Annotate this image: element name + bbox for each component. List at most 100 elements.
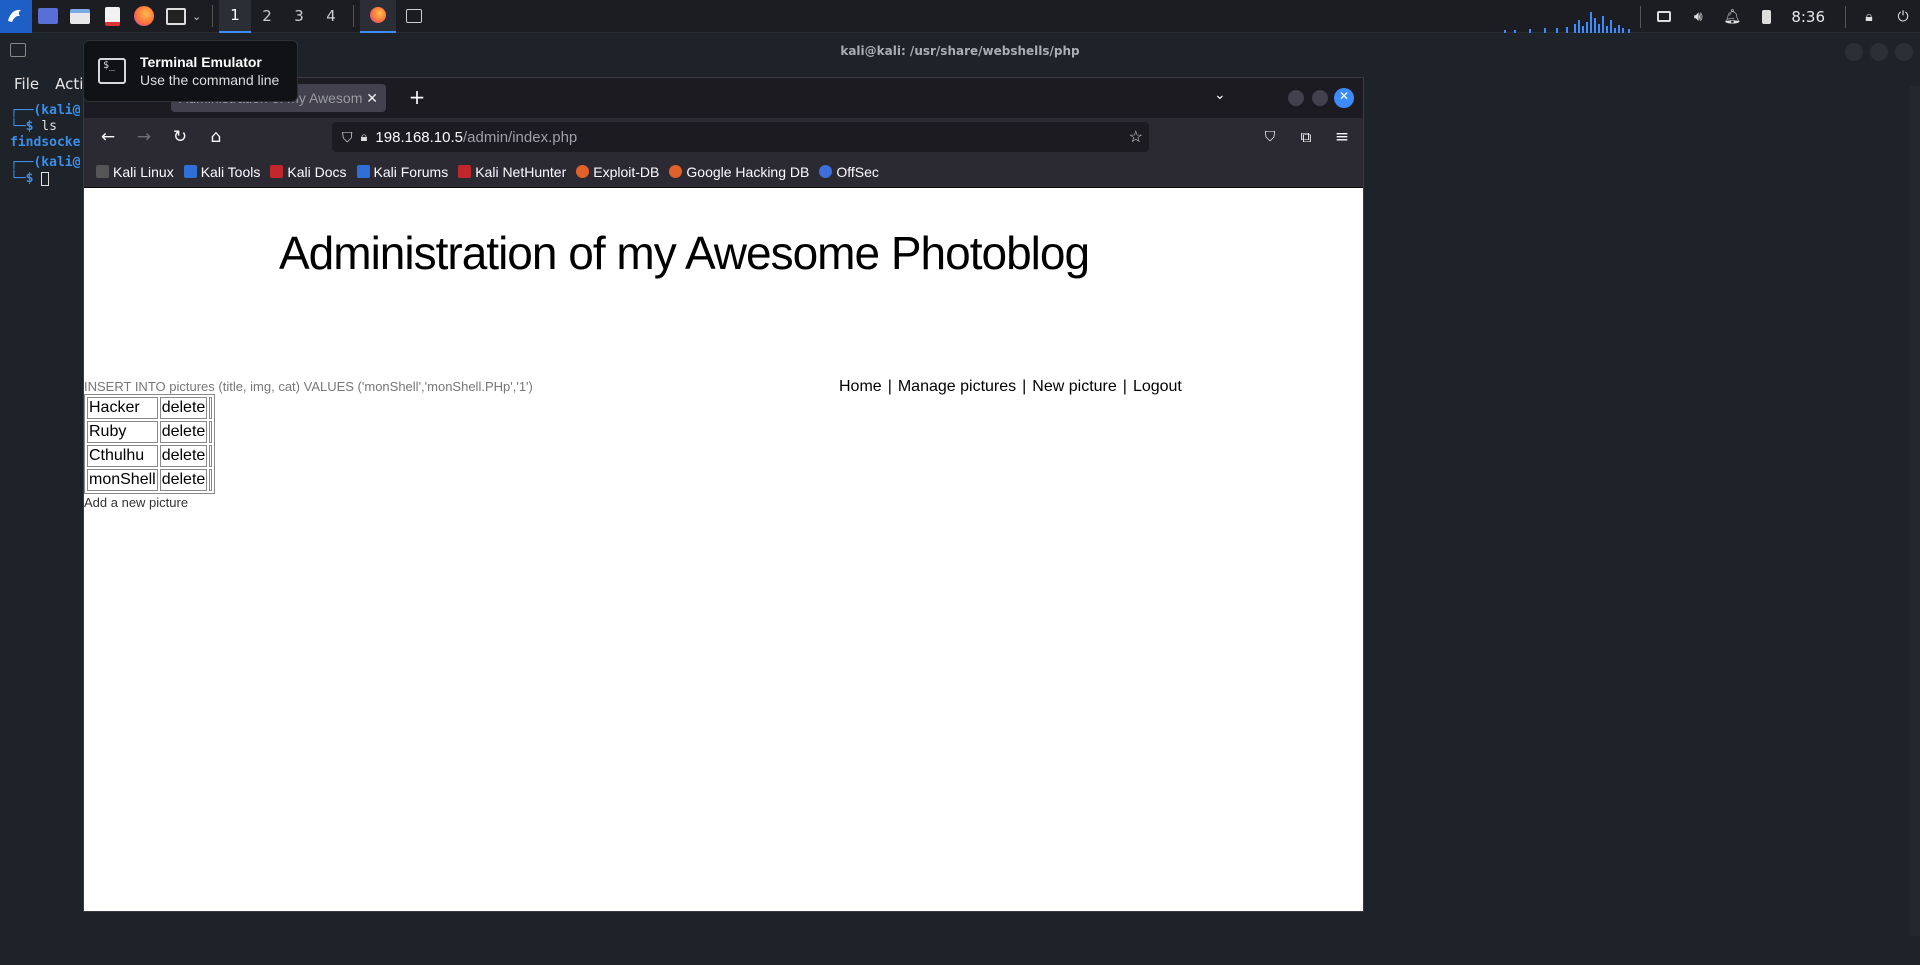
workspace-4[interactable]: 4 bbox=[315, 0, 347, 33]
web-page: Administration of my Awesome Photoblog I… bbox=[84, 188, 1363, 911]
nethunter-icon bbox=[458, 165, 472, 178]
extensions-icon[interactable]: ⧉ bbox=[1292, 123, 1320, 151]
prompt-symbol: └─$ bbox=[10, 119, 34, 134]
dropdown-icon[interactable]: ⌄ bbox=[192, 10, 206, 23]
bookmarks-toolbar: Kali Linux Kali Tools Kali Docs Kali For… bbox=[84, 156, 1363, 188]
nav-manage-pictures[interactable]: Manage pictures bbox=[898, 378, 1016, 396]
output-text: findsocke bbox=[10, 135, 81, 150]
url-host: 198.168.10.5 bbox=[375, 128, 464, 146]
shield-icon[interactable]: ⛉ bbox=[342, 129, 353, 146]
lock-icon[interactable]: 🔒︎ bbox=[361, 129, 368, 145]
power-icon[interactable]: ⏻ bbox=[1886, 0, 1920, 33]
tools-icon bbox=[183, 165, 197, 178]
clock[interactable]: 8:36 bbox=[1783, 8, 1839, 26]
bookmark-google-hacking-db[interactable]: Google Hacking DB bbox=[669, 164, 809, 180]
reload-button[interactable]: ↻ bbox=[166, 123, 194, 151]
table-row: Ruby delete bbox=[87, 421, 213, 443]
empty-cell bbox=[209, 469, 213, 491]
prompt-line: ┌──(kali@ bbox=[10, 155, 81, 170]
text-editor-icon[interactable] bbox=[96, 0, 128, 33]
nav-new-picture[interactable]: New picture bbox=[1032, 378, 1116, 396]
offsec-icon bbox=[819, 165, 833, 178]
prompt-line: ┌──(kali@ bbox=[10, 103, 81, 118]
minimize-button[interactable] bbox=[1288, 90, 1304, 106]
bookmark-kali-docs[interactable]: Kali Docs bbox=[270, 164, 347, 180]
chevron-down-icon[interactable]: ⌄ bbox=[1214, 87, 1226, 103]
delete-link[interactable]: delete bbox=[159, 469, 208, 491]
table-row: Hacker delete bbox=[87, 397, 213, 419]
back-button[interactable]: ← bbox=[94, 123, 122, 151]
terminal-title: kali@kali: /usr/share/webshells/php bbox=[840, 44, 1080, 58]
file-manager-icon[interactable] bbox=[64, 0, 96, 33]
kali-menu-icon[interactable] bbox=[0, 0, 32, 33]
taskbar-terminal[interactable] bbox=[396, 0, 432, 33]
minimize-button[interactable] bbox=[1845, 43, 1863, 61]
delete-link[interactable]: delete bbox=[159, 445, 208, 467]
taskbar-firefox[interactable] bbox=[360, 0, 396, 33]
terminal-icon[interactable] bbox=[160, 0, 192, 33]
delete-link[interactable]: delete bbox=[159, 421, 208, 443]
close-button[interactable] bbox=[1895, 43, 1913, 61]
volume-icon[interactable]: 🔊︎ bbox=[1681, 0, 1715, 33]
new-tab-button[interactable]: + bbox=[404, 85, 430, 109]
menu-icon[interactable]: ≡ bbox=[1328, 123, 1356, 151]
url-path: /admin/index.php bbox=[463, 128, 578, 146]
terminal-scrollbar[interactable] bbox=[1910, 86, 1920, 936]
tooltip: Terminal Emulator Use the command line bbox=[83, 40, 298, 102]
menu-file[interactable]: File bbox=[14, 75, 39, 93]
workspace-1[interactable]: 1 bbox=[219, 0, 251, 33]
bookmark-star-icon[interactable]: ☆ bbox=[1129, 127, 1143, 147]
workspace-3[interactable]: 3 bbox=[283, 0, 315, 33]
bookmark-kali-linux[interactable]: Kali Linux bbox=[96, 164, 174, 180]
ghdb-icon bbox=[669, 165, 683, 178]
picture-title: Ruby bbox=[87, 421, 158, 443]
picture-title: monShell bbox=[87, 469, 158, 491]
command-text: ls bbox=[33, 119, 57, 134]
firefox-window[interactable]: Administration of my Awesome ✕ + ⌄ ✕ ← →… bbox=[83, 77, 1364, 912]
terminal-icon bbox=[10, 43, 26, 57]
bookmark-offsec[interactable]: OffSec bbox=[819, 164, 879, 180]
picture-title: Cthulhu bbox=[87, 445, 158, 467]
pictures-table: Hacker delete Ruby delete Cthulhu delete… bbox=[84, 394, 216, 494]
add-picture-link[interactable]: Add a new picture bbox=[84, 495, 188, 510]
cursor bbox=[41, 171, 50, 186]
bookmark-kali-tools[interactable]: Kali Tools bbox=[183, 164, 260, 180]
desktop-icon[interactable] bbox=[32, 0, 64, 33]
bookmark-exploit-db[interactable]: Exploit-DB bbox=[576, 164, 659, 180]
cpu-graph bbox=[1504, 12, 1631, 33]
pocket-icon[interactable]: ⛉ bbox=[1256, 123, 1284, 151]
system-tray: 🔊︎ 🔔︎ 8:36 🔒︎ ⏻ bbox=[1504, 0, 1920, 33]
empty-cell bbox=[209, 421, 213, 443]
url-bar[interactable]: ⛉ 🔒︎ 198.168.10.5/admin/index.php ☆ bbox=[332, 122, 1149, 152]
separator bbox=[1845, 5, 1846, 28]
separator bbox=[1640, 5, 1642, 28]
tooltip-subtitle: Use the command line bbox=[140, 72, 280, 88]
table-row: monShell delete bbox=[87, 469, 213, 491]
lock-icon[interactable]: 🔒︎ bbox=[1852, 0, 1886, 33]
empty-cell bbox=[209, 397, 213, 419]
workspace-2[interactable]: 2 bbox=[251, 0, 283, 33]
notification-icon[interactable]: 🔔︎ bbox=[1715, 0, 1749, 33]
maximize-button[interactable] bbox=[1312, 90, 1328, 106]
forward-button[interactable]: → bbox=[130, 123, 158, 151]
site-nav: Home | Manage pictures | New picture | Logo… bbox=[839, 378, 1182, 396]
battery-icon[interactable] bbox=[1749, 0, 1783, 33]
navigation-bar: ← → ↻ ⌂ ⛉ 🔒︎ 198.168.10.5/admin/index.ph… bbox=[84, 118, 1363, 156]
bookmark-kali-forums[interactable]: Kali Forums bbox=[356, 164, 448, 180]
maximize-button[interactable] bbox=[1870, 43, 1888, 61]
exploit-db-icon bbox=[576, 165, 590, 178]
separator bbox=[353, 5, 354, 27]
display-icon[interactable] bbox=[1647, 0, 1681, 33]
close-button[interactable]: ✕ bbox=[1334, 88, 1354, 108]
prompt-symbol: └─$ bbox=[10, 171, 34, 186]
nav-logout[interactable]: Logout bbox=[1133, 378, 1182, 396]
bookmark-kali-nethunter[interactable]: Kali NetHunter bbox=[458, 164, 566, 180]
nav-home[interactable]: Home bbox=[839, 378, 882, 396]
firefox-icon[interactable] bbox=[128, 0, 160, 33]
delete-link[interactable]: delete bbox=[159, 397, 208, 419]
home-button[interactable]: ⌂ bbox=[202, 123, 230, 151]
table-row: Cthulhu delete bbox=[87, 445, 213, 467]
separator bbox=[212, 5, 213, 27]
close-icon[interactable]: ✕ bbox=[366, 90, 378, 107]
sql-message: INSERT INTO pictures (title, img, cat) V… bbox=[84, 379, 533, 394]
